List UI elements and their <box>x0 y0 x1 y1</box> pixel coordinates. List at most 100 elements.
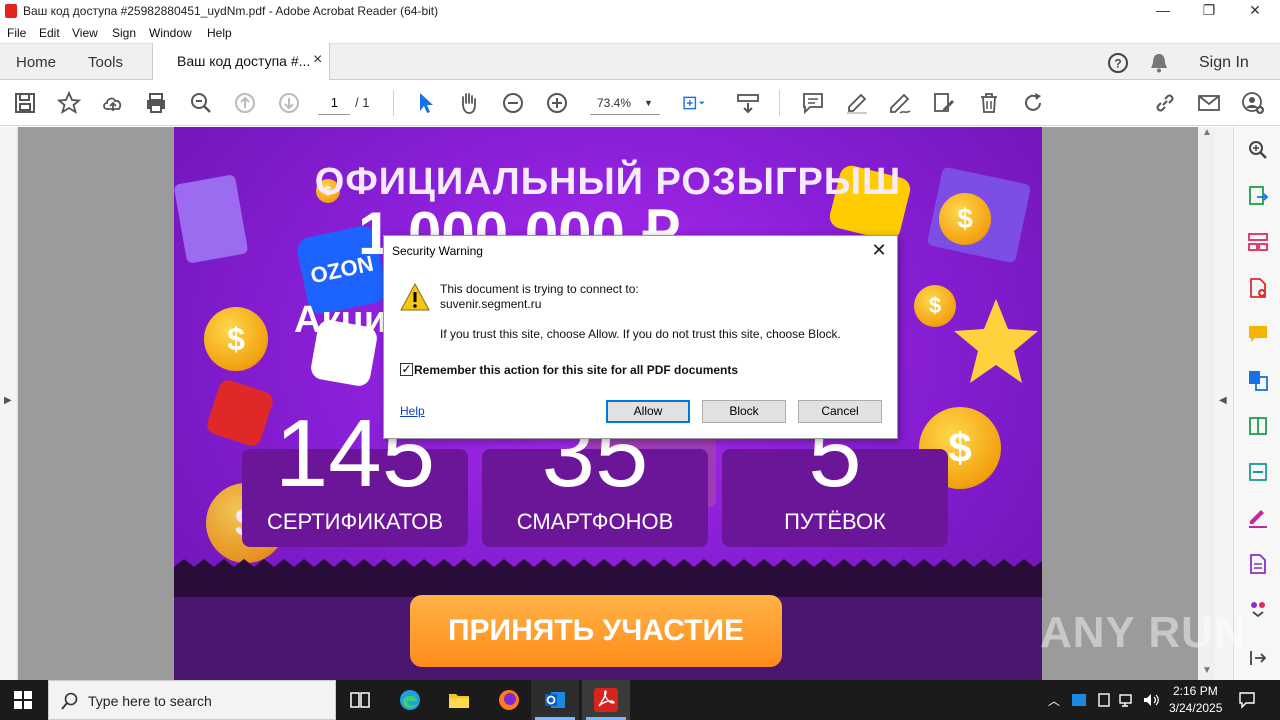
comment-tool-icon[interactable] <box>1247 323 1269 345</box>
pdf-promo-word: Акци <box>294 299 388 341</box>
tray-chevron-up-icon[interactable]: ︿ <box>1048 692 1060 709</box>
zigzag-edge <box>174 559 1042 575</box>
tab-bar: Home Tools Ваш код доступа #... × ? Sign… <box>0 43 1280 80</box>
notifications-icon[interactable] <box>1238 691 1256 709</box>
stat-label: СМАРТФОНОВ <box>516 509 674 534</box>
menu-sign[interactable]: Sign <box>112 26 136 40</box>
outlook-icon <box>545 692 565 708</box>
cancel-button[interactable]: Cancel <box>798 400 882 423</box>
block-button[interactable]: Block <box>702 400 786 423</box>
close-tab-icon[interactable]: × <box>313 51 322 69</box>
page-total: / 1 <box>355 95 370 110</box>
coin-icon: $ <box>914 285 956 327</box>
save-icon[interactable] <box>13 91 37 115</box>
menu-edit[interactable]: Edit <box>39 26 60 40</box>
zoom-level-select[interactable]: 73.4% ▼ <box>590 93 660 115</box>
export-pdf-icon[interactable] <box>1247 185 1269 207</box>
minimize-button[interactable]: — <box>1140 0 1186 22</box>
email-icon[interactable] <box>1197 91 1221 115</box>
select-cursor-icon[interactable] <box>414 91 438 115</box>
help-icon[interactable]: ? <box>1107 52 1129 74</box>
collapse-right-panel-icon[interactable]: ◀ <box>1219 395 1227 406</box>
tray-outlook-icon[interactable] <box>1071 692 1087 708</box>
remember-checkbox[interactable]: ✓ <box>400 363 413 376</box>
page-up-icon[interactable] <box>233 91 257 115</box>
scroll-mode-icon[interactable] <box>736 91 760 115</box>
dialog-title: Security Warning <box>392 244 483 258</box>
tray-device-icon[interactable] <box>1096 692 1112 708</box>
rotate-redo-icon[interactable] <box>1021 91 1045 115</box>
create-pdf-icon[interactable] <box>1247 277 1269 299</box>
right-panel-collapse-strip: ◀ <box>1215 127 1233 680</box>
acrobat-taskbar-button[interactable] <box>582 680 630 720</box>
clock-date[interactable]: 3/24/2025 <box>1169 701 1222 715</box>
sign-in-button[interactable]: Sign In <box>1199 54 1249 72</box>
network-icon[interactable] <box>1119 692 1135 708</box>
search-icon <box>61 692 78 710</box>
share-link-icon[interactable] <box>1153 91 1177 115</box>
zoom-in-icon[interactable] <box>545 91 569 115</box>
tab-document-label: Ваш код доступа #... <box>177 53 311 69</box>
tab-document[interactable]: Ваш код доступа #... × <box>152 43 330 80</box>
menu-file[interactable]: File <box>7 26 26 40</box>
firefox-icon[interactable] <box>497 688 521 712</box>
participate-button[interactable]: ПРИНЯТЬ УЧАСТИЕ <box>410 595 782 667</box>
page-down-icon[interactable] <box>277 91 301 115</box>
fill-sign-icon[interactable] <box>1247 507 1269 529</box>
stat-label: ПУТЁВОК <box>784 509 886 534</box>
scroll-down-arrow-icon[interactable]: ▼ <box>1202 665 1212 676</box>
maximize-button[interactable]: ❐ <box>1186 0 1232 22</box>
menu-window[interactable]: Window <box>149 26 192 40</box>
dialog-message: This document is trying to connect to: <box>440 282 639 296</box>
tab-home[interactable]: Home <box>16 54 56 71</box>
acrobat-icon <box>594 688 618 712</box>
task-view-icon[interactable] <box>348 688 372 712</box>
more-tools-icon[interactable] <box>1247 597 1269 619</box>
collapse-tools-pane-icon[interactable] <box>1247 647 1269 669</box>
vertical-scrollbar[interactable]: ▲ ▼ <box>1198 127 1215 680</box>
acrobat-app-icon <box>5 4 17 18</box>
dialog-help-link[interactable]: Help <box>400 404 425 418</box>
hand-tool-icon[interactable] <box>457 91 481 115</box>
windows-taskbar: Type here to search ︿ 2:16 PM 3/24/2025 <box>0 680 1280 720</box>
allow-button[interactable]: Allow <box>606 400 690 423</box>
edit-document-icon[interactable] <box>932 91 956 115</box>
upload-cloud-icon[interactable] <box>101 91 125 115</box>
tab-tools[interactable]: Tools <box>88 54 123 71</box>
volume-icon[interactable] <box>1142 692 1160 708</box>
zoom-search-icon[interactable] <box>189 91 213 115</box>
close-window-button[interactable]: ✕ <box>1232 0 1278 22</box>
anyrun-watermark: ANY RUN <box>1040 608 1247 657</box>
windows-start-icon[interactable] <box>14 691 32 709</box>
print-icon[interactable] <box>144 91 168 115</box>
combine-files-icon[interactable] <box>1247 369 1269 391</box>
edit-pdf-icon[interactable] <box>1247 553 1269 575</box>
menu-view[interactable]: View <box>72 26 98 40</box>
highlight-pen-icon[interactable] <box>845 91 869 115</box>
fit-page-icon[interactable] <box>682 91 716 115</box>
compress-pdf-icon[interactable] <box>1247 415 1269 437</box>
coin-icon: $ <box>204 307 268 371</box>
warning-triangle-icon <box>400 282 430 311</box>
file-explorer-icon[interactable] <box>447 688 471 712</box>
search-tool-icon[interactable] <box>1247 139 1269 161</box>
organize-pages-icon[interactable] <box>1247 231 1269 253</box>
taskbar-search-box[interactable]: Type here to search <box>48 680 336 720</box>
bookmark-star-icon[interactable] <box>56 90 82 115</box>
outlook-taskbar-button[interactable] <box>531 680 579 720</box>
menu-help[interactable]: Help <box>207 26 232 40</box>
dialog-close-button[interactable]: ✕ <box>869 240 889 261</box>
scan-ocr-icon[interactable] <box>1247 461 1269 483</box>
page-number-input[interactable]: 1 <box>318 93 350 115</box>
notification-bell-icon[interactable] <box>1149 52 1169 74</box>
expand-left-panel-icon[interactable]: ▶ <box>4 395 12 406</box>
delete-trash-icon[interactable] <box>977 91 1001 115</box>
edge-browser-icon[interactable] <box>398 688 422 712</box>
clock-time[interactable]: 2:16 PM <box>1173 684 1218 698</box>
scroll-up-arrow-icon[interactable]: ▲ <box>1202 127 1212 138</box>
remember-checkbox-label[interactable]: Remember this action for this site for a… <box>414 363 738 377</box>
add-user-icon[interactable] <box>1241 91 1265 115</box>
sign-pen-icon[interactable] <box>888 91 912 115</box>
comment-icon[interactable] <box>801 91 825 115</box>
zoom-out-icon[interactable] <box>501 91 525 115</box>
